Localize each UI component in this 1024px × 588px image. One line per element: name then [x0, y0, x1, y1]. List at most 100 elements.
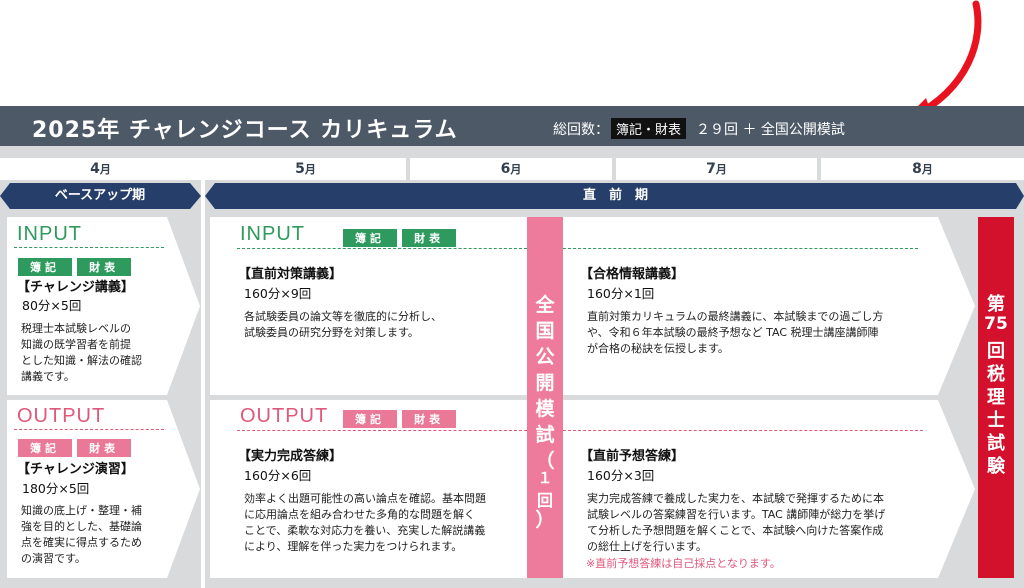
- month-number: 5: [295, 161, 305, 177]
- mock-exam-char: １: [537, 469, 553, 487]
- left-input-course: 【チャレンジ講義】: [17, 280, 134, 295]
- phase-direct: 直 前 期: [215, 183, 1016, 209]
- tag-boki: 簿記: [343, 410, 397, 428]
- left-output-sessions: 180分×5回: [22, 481, 90, 496]
- course-desc: 各試験委員の論文等を徹底的に分析し、 試験委員の研究分野を対策します。: [244, 309, 442, 341]
- desc-line: 強を目的とした、基礎論: [21, 520, 142, 533]
- desc-line: 効率よく出題可能性の高い論点を確認。基本問題: [244, 492, 486, 505]
- mock-exam-char: 模: [535, 398, 555, 420]
- desc-line: ことで、柔軟な対応力を養い、充実した解説講義: [244, 524, 486, 537]
- left-output-desc: 知識の底上げ・整理・補 強を目的とした、基礎論 点を確実に得点するため の演習で…: [21, 503, 142, 567]
- month-unit: 月: [715, 163, 727, 176]
- course-title: 【直前対策講義】: [238, 267, 343, 282]
- course-note: ※直前予想答練は自己採点となります。: [586, 557, 781, 570]
- left-input-desc: 税理士本試験レベルの 知識の既学習者を前提 とした知識・解法の確認 講義です。: [21, 321, 142, 385]
- month-number: 4: [90, 161, 100, 177]
- desc-line: の総仕上げを行います。: [587, 540, 707, 553]
- month-may: 5月: [205, 158, 406, 180]
- month-april: 4月: [0, 158, 201, 180]
- column-divider: [201, 158, 205, 588]
- month-unit: 月: [304, 163, 316, 176]
- right-input-heading: INPUT: [240, 223, 305, 245]
- course-desc: 効率よく出題可能性の高い論点を確認。基本問題 に応用論点を組み合わせた多角的な問…: [244, 491, 486, 555]
- course-sessions: 160分×1回: [587, 286, 655, 301]
- month-july: 7月: [616, 158, 817, 180]
- phase-label: 直 前 期: [582, 188, 648, 203]
- total-tag: 簿記・財表: [611, 118, 687, 139]
- tag-zaihyo: 財表: [77, 258, 132, 276]
- desc-line: 税理士本試験レベルの: [21, 322, 131, 335]
- phase-arrow-left-icon: [205, 183, 215, 209]
- tag-zaihyo: 財表: [77, 439, 132, 457]
- tag-zaihyo: 財表: [402, 410, 457, 428]
- title-bar: 2025年 チャレンジコース カリキュラム 総回数： 簿記・財表 ２９回 ＋ 全…: [0, 106, 1024, 146]
- right-input-tags: 簿記 財表: [343, 227, 457, 247]
- desc-line: の演習です。: [21, 552, 86, 565]
- phase-arrow-left-icon: [0, 183, 10, 209]
- desc-line: 講義です。: [21, 370, 75, 383]
- course-title: 【直前予想答練】: [580, 449, 685, 464]
- desc-line: や、令和６年本試験の最終予想など TAC 税理士講座講師陣: [587, 326, 879, 339]
- desc-line: 実力完成答練で養成した実力を、本試験で発揮するために本: [587, 492, 884, 505]
- mock-exam-bar: 全 国 公 開 模 試 （ １ 回 ）: [527, 217, 563, 578]
- left-output-course: 【チャレンジ演習】: [17, 462, 134, 477]
- month-number: 7: [706, 161, 716, 177]
- mock-exam-char: ）: [535, 509, 555, 531]
- mock-exam-char: 公: [535, 346, 555, 368]
- right-input-panel: [210, 217, 975, 395]
- tag-boki: 簿記: [18, 258, 72, 276]
- desc-line: て分析した予想問題を解くことで、本試験へ向けた答案作成: [587, 524, 884, 537]
- phase-arrow-right-icon: [1016, 183, 1024, 209]
- phase-arrow-right-icon: [190, 183, 201, 209]
- month-number: 8: [912, 161, 922, 177]
- phase-label: ベースアップ期: [54, 188, 146, 203]
- mock-exam-char: 試: [535, 424, 555, 446]
- divider: [14, 247, 164, 248]
- final-exam-char: 第: [987, 294, 1005, 315]
- course-desc: 実力完成答練で養成した実力を、本試験で発揮するために本 試験レベルの答案練習を行…: [587, 491, 885, 555]
- course-sessions: 160分×9回: [244, 286, 312, 301]
- desc-line: 試験委員の研究分野を対策します。: [244, 326, 419, 339]
- course-title: 【合格情報講義】: [580, 267, 685, 282]
- left-input-tags: 簿記 財表: [18, 256, 132, 276]
- tag-zaihyo: 財表: [402, 229, 457, 247]
- month-unit: 月: [99, 163, 111, 176]
- tag-boki: 簿記: [343, 229, 397, 247]
- divider: [14, 429, 164, 430]
- right-output-tags: 簿記 財表: [343, 408, 457, 428]
- month-unit: 月: [510, 163, 522, 176]
- course-desc: 直前対策カリキュラムの最終講義に、本試験までの過ごし方 や、令和６年本試験の最終…: [587, 309, 883, 357]
- mock-exam-char: 国: [535, 320, 555, 342]
- left-input-heading: INPUT: [17, 223, 82, 245]
- desc-line: とした知識・解法の確認: [21, 354, 142, 367]
- month-august: 8月: [821, 158, 1024, 180]
- desc-line: が合格の秘訣を伝授します。: [587, 342, 729, 355]
- final-exam-char: 75: [984, 314, 1008, 334]
- final-exam-bar: 第 75 回 税 理 士 試 験: [978, 217, 1014, 578]
- divider: [563, 430, 923, 431]
- divider: [237, 248, 527, 249]
- left-input-sessions: 80分×5回: [22, 298, 82, 313]
- desc-line: 点を確実に得点するため: [21, 536, 142, 549]
- mock-exam-char: 全: [535, 294, 555, 316]
- final-exam-char: 験: [987, 456, 1005, 477]
- course-title: 【実力完成答練】: [238, 449, 343, 464]
- divider: [563, 248, 918, 249]
- total-sessions: 総回数： 簿記・財表 ２９回 ＋ 全国公開模試: [553, 118, 845, 139]
- tag-boki: 簿記: [18, 439, 72, 457]
- month-unit: 月: [921, 163, 933, 176]
- desc-line: 直前対策カリキュラムの最終講義に、本試験までの過ごし方: [587, 310, 884, 323]
- desc-line: 知識の既学習者を前提: [21, 338, 131, 351]
- mock-exam-char: 開: [535, 372, 555, 394]
- month-number: 6: [500, 161, 511, 177]
- desc-line: により、理解を伴った実力をつけられます。: [244, 540, 463, 553]
- course-sessions: 160分×3回: [587, 468, 655, 483]
- desc-line: 知識の底上げ・整理・補: [21, 504, 142, 517]
- divider: [237, 430, 527, 431]
- desc-line: に応用論点を組み合わせた多角的な問題を解く: [244, 508, 475, 521]
- left-output-tags: 簿記 財表: [18, 437, 132, 457]
- month-june: 6月: [410, 158, 612, 180]
- desc-line: 各試験委員の論文等を徹底的に分析し、: [244, 310, 442, 323]
- course-sessions: 160分×6回: [244, 468, 312, 483]
- desc-line: 試験レベルの答案練習を行います。TAC 講師陣が総力を挙げ: [587, 508, 886, 521]
